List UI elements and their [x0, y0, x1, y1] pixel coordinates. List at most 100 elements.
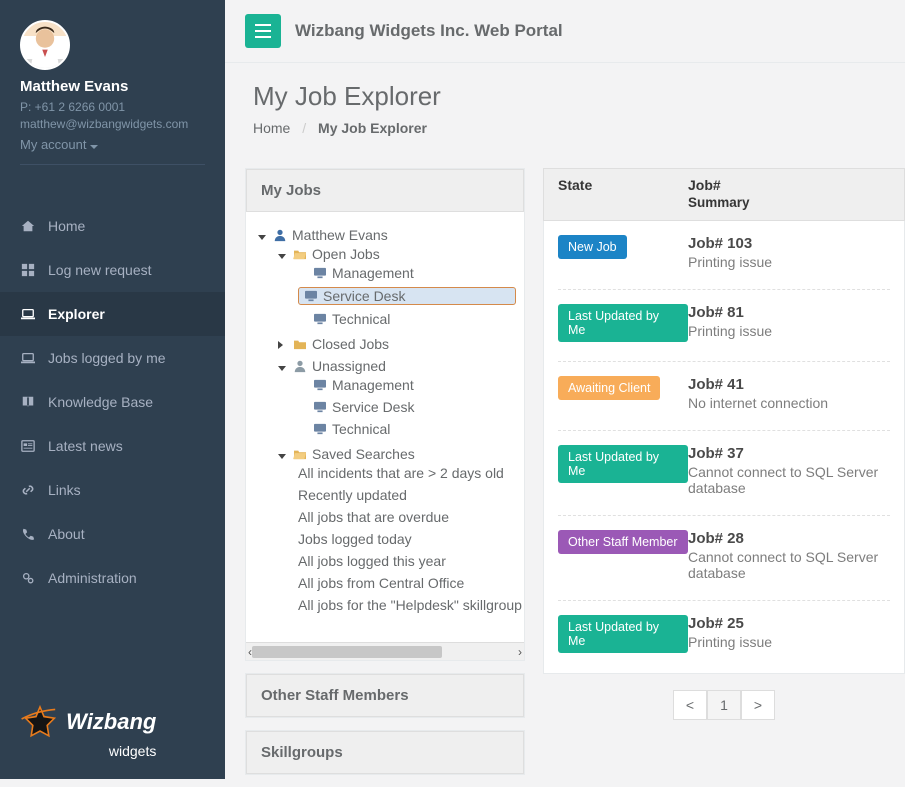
tree-un-service-desk[interactable]: Service Desk: [298, 399, 516, 415]
nav-label: Jobs logged by me: [48, 350, 166, 366]
profile-email: matthew@wizbangwidgets.com: [20, 116, 205, 133]
nav-home[interactable]: Home: [0, 204, 225, 248]
monitor-icon: [312, 423, 328, 435]
tree-un-technical[interactable]: Technical: [298, 421, 516, 437]
tree-label: Matthew Evans: [292, 227, 388, 243]
nav-knowledge-base[interactable]: Knowledge Base: [0, 380, 225, 424]
link-icon: [20, 483, 36, 497]
content-area: My Jobs Matthew Evans: [225, 156, 905, 787]
sidebar: Matthew Evans P: +61 2 6266 0001 matthew…: [0, 0, 225, 779]
person-grey-icon: [292, 359, 308, 373]
job-number: Job# 28: [688, 530, 890, 547]
my-jobs-title: My Jobs: [246, 169, 524, 212]
state-badge: Last Updated by Me: [558, 615, 688, 653]
tree-label: Technical: [332, 421, 390, 437]
tree-label: Service Desk: [323, 288, 405, 304]
job-row[interactable]: Other Staff MemberJob# 28Cannot connect …: [544, 516, 904, 601]
tree-user-root[interactable]: Matthew Evans: [258, 227, 516, 243]
job-summary: No internet connection: [688, 395, 890, 411]
grid-icon: [20, 263, 36, 277]
tree-open-technical[interactable]: Technical: [298, 311, 516, 327]
saved-search-item[interactable]: Jobs logged today: [298, 531, 516, 547]
tree-open-management[interactable]: Management: [298, 265, 516, 281]
job-number: Job# 41: [688, 376, 890, 393]
nav-links[interactable]: Links: [0, 468, 225, 512]
monitor-icon: [312, 379, 328, 391]
main-content: Wizbang Widgets Inc. Web Portal My Job E…: [225, 0, 905, 779]
phone-icon: [20, 527, 36, 541]
caret-down-icon: [90, 145, 98, 149]
my-jobs-panel: My Jobs Matthew Evans: [245, 168, 525, 661]
pager-next[interactable]: >: [741, 690, 775, 720]
nav-label: Administration: [48, 570, 137, 586]
pager-prev[interactable]: <: [673, 690, 707, 720]
toggle-icon[interactable]: [278, 358, 288, 374]
folder-open-icon: [292, 448, 308, 460]
state-badge: Other Staff Member: [558, 530, 688, 554]
breadcrumb-home[interactable]: Home: [253, 120, 290, 136]
toggle-icon[interactable]: [278, 246, 288, 262]
tree-label: All incidents that are > 2 days old: [298, 465, 504, 481]
pager-page[interactable]: 1: [707, 690, 741, 720]
tree-label: Service Desk: [332, 399, 414, 415]
saved-search-item[interactable]: All incidents that are > 2 days old: [298, 465, 516, 481]
col-state: State: [558, 177, 688, 210]
job-row[interactable]: Last Updated by MeJob# 81Printing issue: [544, 290, 904, 362]
tree-label: Closed Jobs: [312, 336, 389, 352]
tree-label: All jobs logged this year: [298, 553, 446, 569]
skillgroups-panel[interactable]: Skillgroups: [245, 730, 525, 775]
page-header: My Job Explorer Home / My Job Explorer: [225, 63, 905, 156]
saved-search-item[interactable]: All jobs that are overdue: [298, 509, 516, 525]
hamburger-button[interactable]: [245, 14, 281, 48]
tree-label: Jobs logged today: [298, 531, 412, 547]
job-tree[interactable]: Matthew Evans Open Jobs: [246, 212, 524, 642]
nav-explorer[interactable]: Explorer: [0, 292, 225, 336]
nav-log-request[interactable]: Log new request: [0, 248, 225, 292]
job-number: Job# 37: [688, 445, 890, 462]
job-row[interactable]: Last Updated by MeJob# 25Printing issue: [544, 601, 904, 673]
toggle-icon[interactable]: [258, 227, 268, 243]
other-staff-panel[interactable]: Other Staff Members: [245, 673, 525, 718]
breadcrumb: Home / My Job Explorer: [253, 120, 877, 136]
tree-un-management[interactable]: Management: [298, 377, 516, 393]
tree-saved-searches[interactable]: Saved Searches: [278, 446, 516, 462]
tree-open-jobs[interactable]: Open Jobs: [278, 246, 516, 262]
tree-open-service-desk[interactable]: Service Desk: [298, 287, 516, 305]
state-badge: Awaiting Client: [558, 376, 660, 400]
avatar: [20, 20, 70, 70]
nav-label: Log new request: [48, 262, 152, 278]
tree-closed-jobs[interactable]: Closed Jobs: [278, 336, 516, 352]
job-row[interactable]: Awaiting Client Job# 41 No internet connec…: [544, 362, 904, 431]
saved-search-item[interactable]: Recently updated: [298, 487, 516, 503]
saved-search-item[interactable]: All jobs for the "Helpdesk" skillgroup: [298, 597, 516, 613]
nav-administration[interactable]: Administration: [0, 556, 225, 600]
account-dropdown[interactable]: My account: [20, 137, 205, 152]
job-summary: Printing issue: [688, 323, 890, 339]
job-list: New JobJob# 103Printing issueLast Update…: [543, 221, 905, 674]
job-row[interactable]: New JobJob# 103Printing issue: [544, 221, 904, 290]
sidebar-nav: Home Log new request Explorer Jobs logge…: [0, 204, 225, 600]
breadcrumb-current: My Job Explorer: [318, 120, 427, 136]
tree-label: Unassigned: [312, 358, 386, 374]
job-number: Job# 103: [688, 235, 890, 252]
folder-open-icon: [292, 248, 308, 260]
toggle-icon[interactable]: [278, 336, 288, 352]
saved-search-item[interactable]: All jobs logged this year: [298, 553, 516, 569]
scroll-right-icon[interactable]: ›: [518, 645, 522, 659]
tree-h-scrollbar[interactable]: ‹ ›: [246, 642, 524, 660]
nav-label: Links: [48, 482, 81, 498]
state-badge: New Job: [558, 235, 627, 259]
scroll-thumb[interactable]: [252, 646, 442, 658]
tree-label: Management: [332, 265, 414, 281]
job-summary: Cannot connect to SQL Server database: [688, 464, 890, 496]
nav-label: Knowledge Base: [48, 394, 153, 410]
toggle-icon[interactable]: [278, 446, 288, 462]
nav-about[interactable]: About: [0, 512, 225, 556]
book-icon: [20, 395, 36, 409]
saved-search-item[interactable]: All jobs from Central Office: [298, 575, 516, 591]
tree-unassigned[interactable]: Unassigned: [278, 358, 516, 374]
nav-jobs-by-me[interactable]: Jobs logged by me: [0, 336, 225, 380]
tree-label: All jobs for the "Helpdesk" skillgroup: [298, 597, 522, 613]
job-row[interactable]: Last Updated by MeJob# 37Cannot connect …: [544, 431, 904, 516]
nav-latest-news[interactable]: Latest news: [0, 424, 225, 468]
